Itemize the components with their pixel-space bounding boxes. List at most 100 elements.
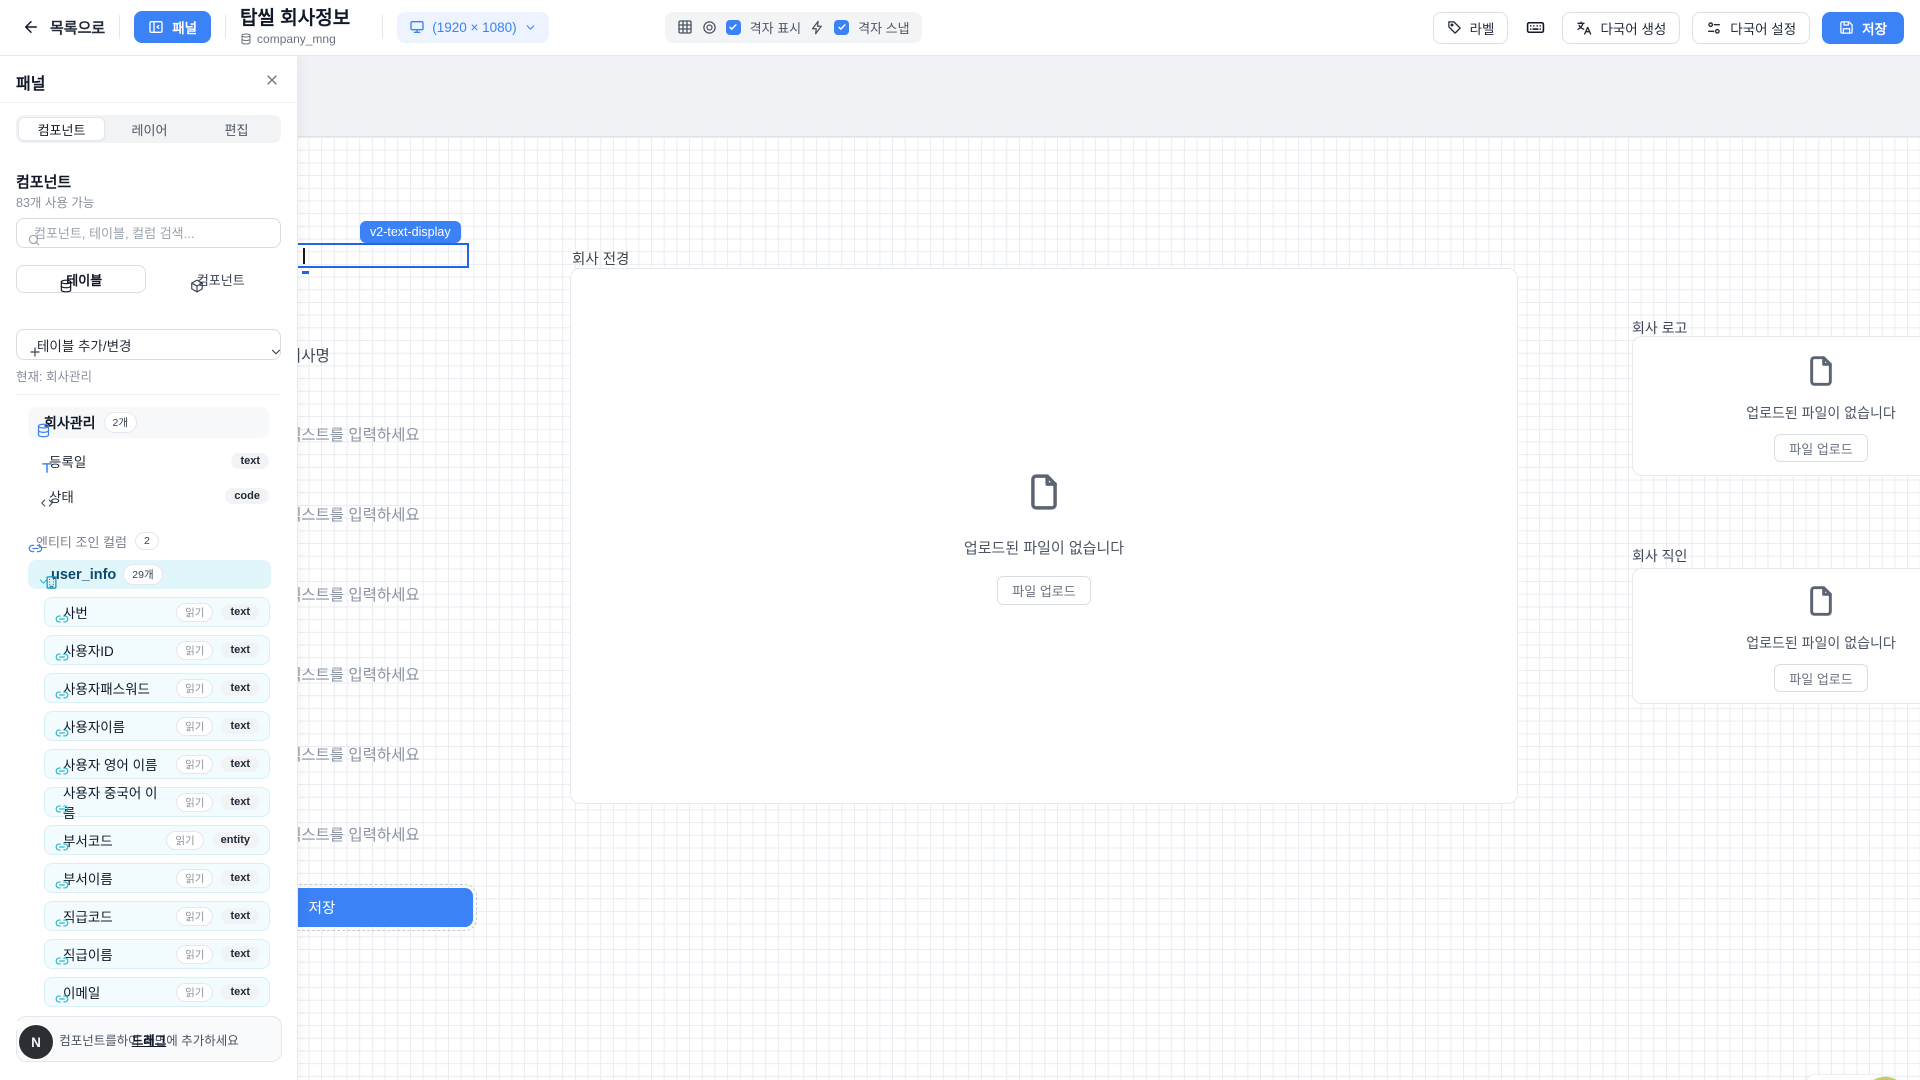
panel-header: 패널 (0, 56, 297, 103)
seal-upload-card[interactable]: 업로드된 파일이 없습니다 파일 업로드 (1632, 568, 1920, 704)
field-row[interactable]: 상태 code (40, 482, 269, 510)
tab-edit[interactable]: 편집 (194, 117, 279, 141)
toggle-component-button[interactable]: 컴포넌트 (154, 265, 282, 293)
panel-toggle-button[interactable]: 패널 (134, 11, 211, 43)
access-badge: 읽기 (176, 679, 213, 698)
logo-upload-card[interactable]: 업로드된 파일이 없습니다 파일 업로드 (1632, 336, 1920, 476)
file-upload-button[interactable]: 파일 업로드 (1774, 434, 1867, 462)
drag-hint: 컴포넌트를 드래그하여 화면에 추가하세요 (16, 1016, 282, 1062)
selected-text-display-component[interactable] (270, 243, 469, 268)
grid-display-checkbox[interactable] (726, 20, 741, 35)
divider (382, 15, 383, 39)
app-window: v2-text-display 회사명 텍스트를 입력하세요 텍스트를 입력하세… (0, 0, 1920, 1080)
lightning-icon (810, 20, 825, 35)
seal-card-label: 회사 직인 (1632, 546, 1687, 566)
access-badge: 읽기 (176, 755, 213, 774)
back-to-list-link[interactable]: 목록으로 (50, 17, 105, 38)
entity-join-section: 엔티티 조인 컬럼 2 (28, 531, 269, 551)
access-badge: 읽기 (176, 641, 213, 660)
save-button[interactable]: 저장 (1822, 12, 1904, 44)
selection-resize-handle[interactable] (302, 271, 309, 274)
text-input-placeholder[interactable]: 텍스트를 입력하세요 (287, 423, 420, 445)
type-badge: text (221, 794, 259, 810)
entity-field-row[interactable]: 사용자 영어 이름 읽기 text (44, 749, 270, 779)
grid-snap-label: 격자 스냅 (858, 18, 909, 37)
type-badge: text (221, 946, 259, 962)
upload-empty-text: 업로드된 파일이 없습니다 (964, 537, 1124, 558)
source-toggle: 테이블 컴포넌트 (16, 265, 281, 293)
entity-field-row[interactable]: 이메일 읽기 text (44, 977, 270, 1007)
entity-name: user_info (51, 567, 116, 583)
screen-size-value: (1920 × 1080) (432, 20, 516, 35)
access-badge: 읽기 (176, 983, 213, 1002)
entity-field-row[interactable]: 직급코드 읽기 text (44, 901, 270, 931)
access-badge: 읽기 (166, 831, 203, 850)
current-table-label: 현재: 회사관리 (16, 366, 92, 385)
label-button[interactable]: 라벨 (1433, 12, 1509, 44)
access-badge: 읽기 (176, 945, 213, 964)
grid-icon (677, 19, 693, 35)
entity-field-row[interactable]: 사용자이름 읽기 text (44, 711, 270, 741)
text-input-placeholder[interactable]: 텍스트를 입력하세요 (287, 583, 420, 605)
save-icon (1839, 20, 1854, 35)
entity-field-row[interactable]: 사번 읽기 text (44, 597, 270, 627)
visibility-icon[interactable] (702, 20, 717, 35)
type-badge: text (221, 756, 259, 772)
i18n-generate-button[interactable]: 다국어 생성 (1562, 12, 1680, 44)
file-upload-button[interactable]: 파일 업로드 (1774, 664, 1867, 692)
type-badge: text (221, 680, 259, 696)
add-table-button[interactable]: 테이블 추가/변경 (16, 329, 281, 360)
divider (16, 394, 281, 395)
page-title: 탑씰 회사정보 (240, 9, 350, 30)
collaborator-cursor-avatar: N (19, 1025, 53, 1059)
i18n-settings-button[interactable]: 다국어 설정 (1692, 12, 1810, 44)
components-count: 83개 사용 가능 (16, 192, 94, 211)
type-badge: text (221, 870, 259, 886)
sidebar-panel-icon (148, 19, 164, 35)
entity-group-row[interactable]: user_info 29개 (28, 560, 271, 589)
entity-field-row[interactable]: 부서이름 읽기 text (44, 863, 270, 893)
entity-field-row[interactable]: 사용자패스워드 읽기 text (44, 673, 270, 703)
close-icon[interactable] (259, 67, 285, 93)
components-section-title: 컴포넌트 (16, 171, 71, 192)
entity-field-row[interactable]: 직급이름 읽기 text (44, 939, 270, 969)
type-badge: text (221, 642, 259, 658)
entity-field-row[interactable]: 사용자ID 읽기 text (44, 635, 270, 665)
tab-layers[interactable]: 레이어 (107, 117, 192, 141)
text-input-placeholder[interactable]: 텍스트를 입력하세요 (287, 823, 420, 845)
file-icon (1805, 580, 1837, 622)
file-upload-button[interactable]: 파일 업로드 (997, 576, 1090, 605)
type-badge: text (221, 604, 259, 620)
upload-empty-text: 업로드된 파일이 없습니다 (1746, 633, 1895, 653)
text-input-placeholder[interactable]: 텍스트를 입력하세요 (287, 663, 420, 685)
type-badge: text (221, 718, 259, 734)
keyboard-icon[interactable] (1520, 13, 1550, 43)
panel-tabbar: 컴포넌트 레이어 편집 (16, 115, 281, 143)
entity-field-row[interactable]: 사용자 중국어 이름 읽기 text (44, 787, 270, 817)
type-badge: entity (212, 832, 259, 848)
text-input-placeholder[interactable]: 텍스트를 입력하세요 (287, 743, 420, 765)
database-icon (240, 33, 252, 45)
sliders-icon (1706, 20, 1722, 36)
screen-size-selector[interactable]: (1920 × 1080) (397, 12, 548, 43)
grid-snap-checkbox[interactable] (834, 20, 849, 35)
panorama-upload-card[interactable]: 업로드된 파일이 없습니다 파일 업로드 (570, 268, 1518, 804)
type-badge: code (225, 488, 269, 504)
panel-title: 패널 (16, 70, 45, 94)
top-toolbar: 목록으로 패널 탑씰 회사정보 company_mng (0, 0, 1920, 56)
divider (225, 15, 226, 39)
back-icon[interactable] (16, 12, 46, 42)
field-row[interactable]: 등록일 text (40, 447, 269, 475)
datasource-name: company_mng (257, 32, 336, 46)
entity-field-row[interactable]: 부서코드 읽기 entity (44, 825, 270, 855)
type-badge: text (221, 984, 259, 1000)
text-input-placeholder[interactable]: 텍스트를 입력하세요 (287, 503, 420, 525)
file-icon (1805, 350, 1837, 392)
search-input[interactable] (34, 226, 270, 241)
selected-component-tag: v2-text-display (360, 221, 461, 243)
toggle-table-button[interactable]: 테이블 (16, 265, 146, 293)
table-group-row[interactable]: 회사관리 2개 (28, 407, 269, 438)
grid-options: 격자 표시 격자 스냅 (665, 12, 922, 43)
tab-components[interactable]: 컴포넌트 (18, 117, 105, 141)
access-badge: 읽기 (176, 793, 213, 812)
